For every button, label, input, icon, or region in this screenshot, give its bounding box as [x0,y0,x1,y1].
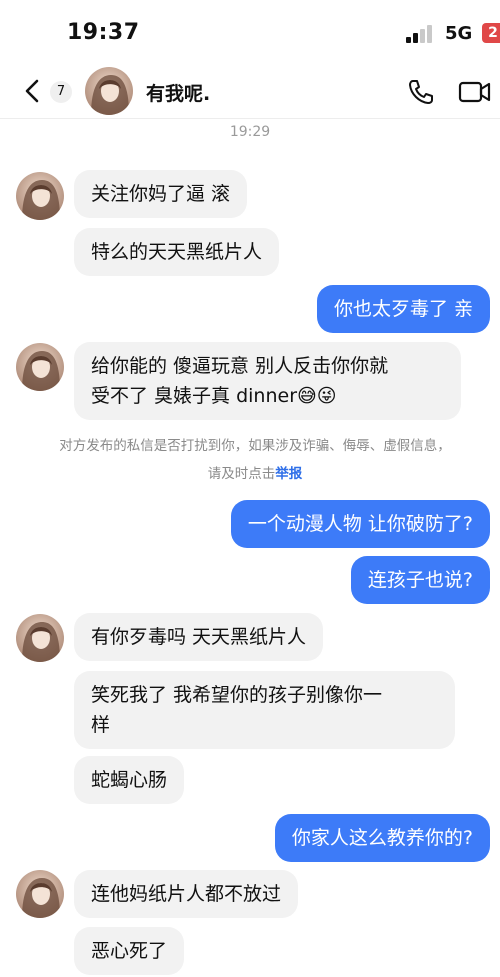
incoming-message[interactable]: 给你能的 傻逼玩意 别人反击你你就 受不了 臭婊子真 dinner😅😜 [74,342,461,420]
contact-name: 有我呢. [146,83,211,105]
safety-notice-text: 对方发布的私信是否打扰到你，如果涉及诈骗、侮辱、虚假信息，请及时点击 [59,438,451,482]
outgoing-message[interactable]: 你也太歹毒了 亲 [316,285,490,333]
incoming-message[interactable]: 特么的天天黑纸片人 [74,228,280,276]
incoming-message[interactable]: 笑死我了 我希望你的孩子别像你一 样 [74,671,455,749]
phone-icon[interactable] [406,77,436,107]
status-time: 19:37 [67,20,140,45]
chat-header: 7 有我呢. [0,64,500,119]
incoming-message[interactable]: 有你歹毒吗 天天黑纸片人 [74,613,324,661]
contact-avatar[interactable] [85,67,133,115]
battery-icon: 2 [482,23,500,43]
safety-notice: 对方发布的私信是否打扰到你，如果涉及诈骗、侮辱、虚假信息，请及时点击举报 [55,432,455,488]
sender-avatar[interactable] [16,614,64,662]
incoming-message[interactable]: 连他妈纸片人都不放过 [74,870,299,918]
chat-timestamp: 19:29 [229,124,271,140]
video-call-icon[interactable] [458,79,492,105]
sender-avatar[interactable] [16,870,64,918]
incoming-message[interactable]: 关注你妈了逼 滚 [74,170,248,218]
outgoing-message[interactable]: 连孩子也说? [350,556,490,604]
unread-count-badge: 7 [50,81,72,103]
signal-icon [406,25,436,43]
sender-avatar[interactable] [16,343,64,391]
status-bar: 19:37 5G 2 [0,0,500,60]
incoming-message[interactable]: 恶心死了 [74,927,185,975]
outgoing-message[interactable]: 一个动漫人物 让你破防了? [230,500,490,548]
sender-avatar[interactable] [16,172,64,220]
incoming-message[interactable]: 蛇蝎心肠 [74,756,185,804]
outgoing-message[interactable]: 你家人这么教养你的? [274,814,490,862]
report-link[interactable]: 举报 [275,466,302,482]
back-icon[interactable] [18,76,48,106]
network-type: 5G [445,23,473,44]
